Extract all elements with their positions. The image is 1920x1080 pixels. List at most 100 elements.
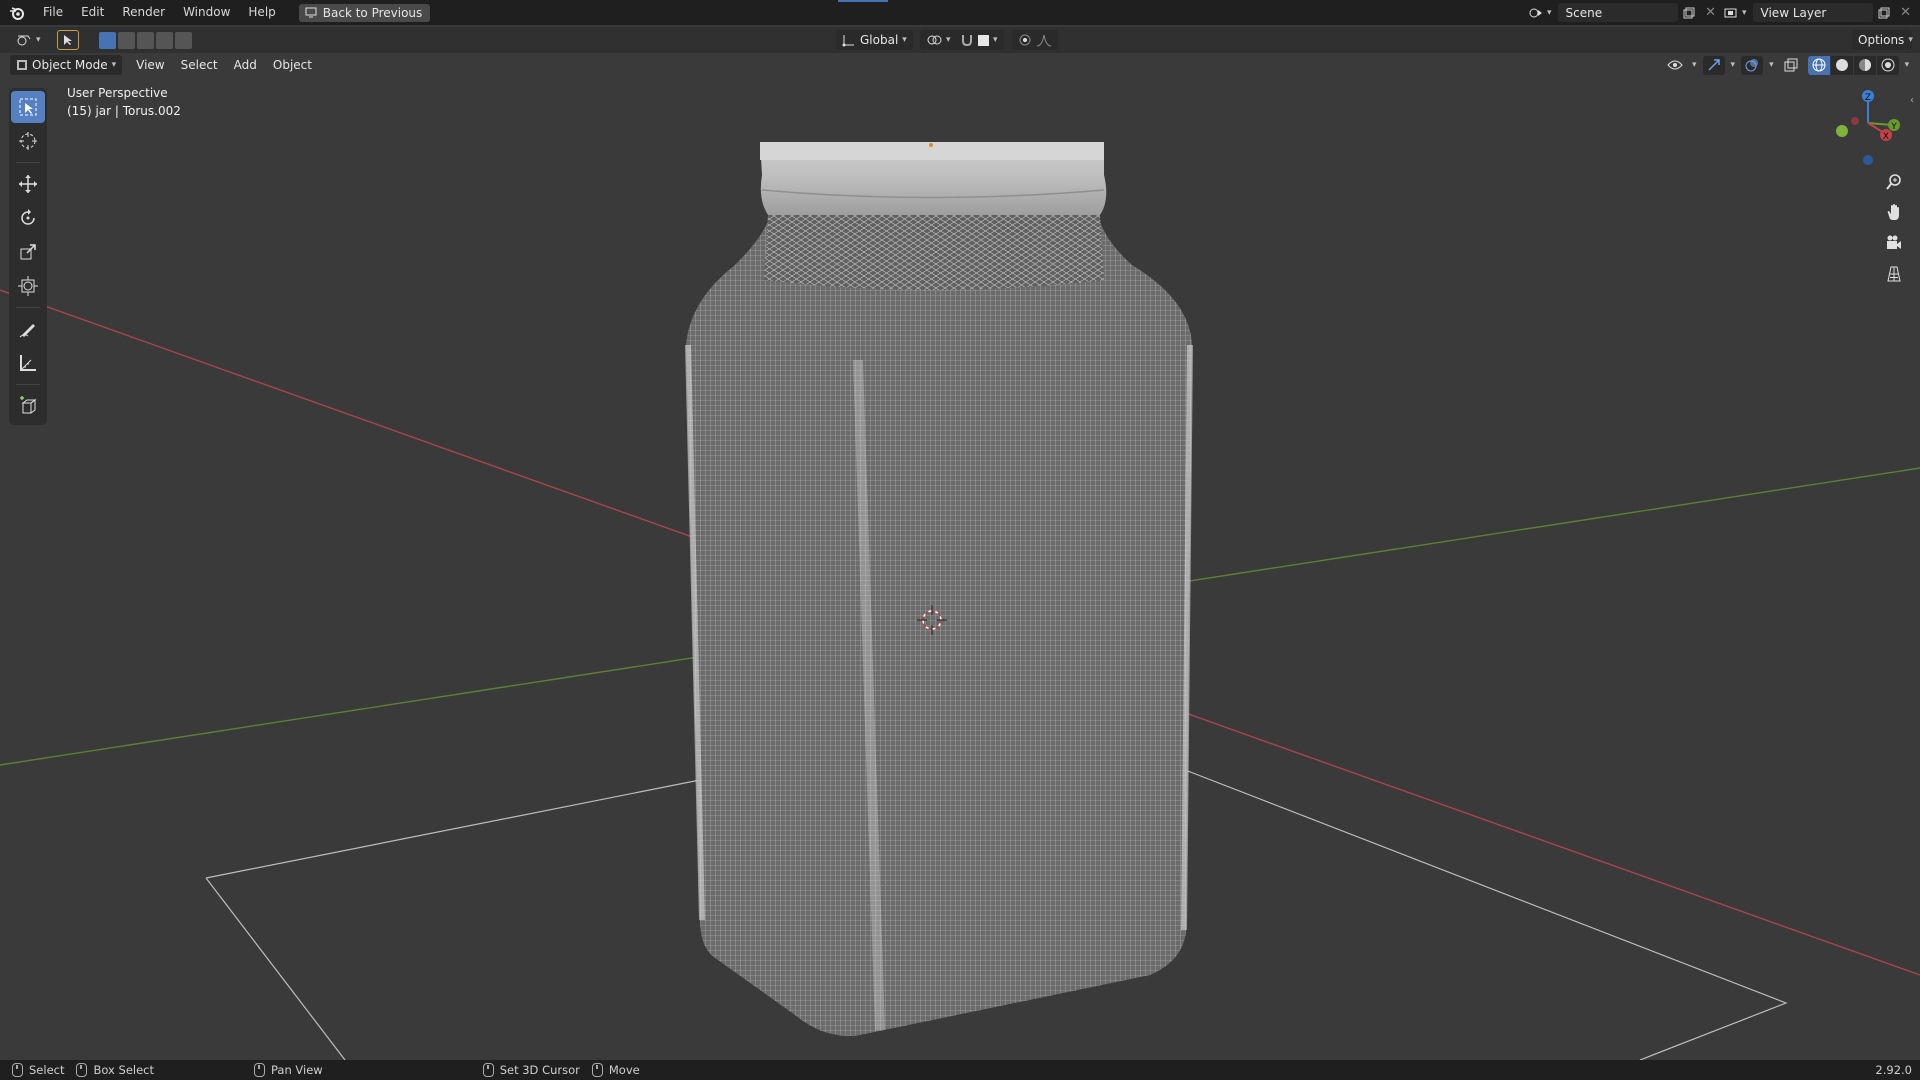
shading-mode-buttons: [1807, 55, 1899, 75]
3d-viewport[interactable]: Z Y X: [0, 27, 1920, 1061]
snap-dropdown[interactable]: ▾: [954, 30, 1004, 50]
hand-icon: [1887, 204, 1899, 220]
mouse-right-icon: [482, 1063, 494, 1077]
object-info-label: (15) jar | Torus.002: [67, 104, 181, 118]
view-layer-icon[interactable]: [1720, 3, 1742, 22]
select-intersect-icon[interactable]: [174, 31, 192, 49]
gizmo-toggle-icon[interactable]: [1702, 55, 1725, 75]
transform-orientation-dropdown[interactable]: Global ▾: [836, 30, 913, 50]
view-layer-selector[interactable]: ▾ View Layer ✕: [1720, 3, 1917, 22]
rotate-tool[interactable]: [11, 202, 45, 234]
gizmo-y-label: Y: [1890, 122, 1897, 132]
status-box-select: Box Select: [76, 1063, 154, 1077]
status-pan-view-label: Pan View: [271, 1063, 323, 1077]
visibility-eye-icon[interactable]: [1664, 56, 1686, 75]
gizmo-x-label: X: [1883, 132, 1889, 142]
mode-dropdown[interactable]: Object Mode ▾: [10, 55, 123, 75]
add-cube-tool[interactable]: [11, 390, 45, 422]
options-label: Options: [1858, 33, 1905, 47]
chevron-down-icon: ▾: [946, 35, 951, 45]
view-layer-field[interactable]: View Layer: [1752, 3, 1873, 22]
menu-edit[interactable]: Edit: [72, 0, 113, 25]
scale-tool[interactable]: [11, 236, 45, 268]
select-invert-icon[interactable]: [155, 31, 173, 49]
toolbar-divider: [16, 384, 40, 385]
chevron-down-icon: ▾: [902, 35, 907, 45]
menu-select[interactable]: Select: [173, 58, 226, 72]
editor-type-dropdown[interactable]: ▾: [10, 30, 47, 50]
solid-shading-icon[interactable]: [1830, 55, 1853, 75]
selection-mode-buttons: [98, 31, 192, 49]
sidebar-toggle-icon[interactable]: ‹: [1910, 95, 1914, 106]
transform-icon: [18, 276, 38, 296]
blender-logo-icon[interactable]: [8, 4, 26, 22]
xray-toggle-icon[interactable]: [1780, 56, 1802, 75]
move-icon: [19, 175, 37, 193]
chevron-down-icon: ▾: [1692, 60, 1697, 70]
orientation-label: Global: [860, 33, 899, 47]
back-to-previous-button[interactable]: Back to Previous: [298, 3, 431, 22]
pan-view-button[interactable]: [1880, 198, 1908, 226]
chevron-down-icon: ▾: [36, 35, 41, 45]
annotate-tool[interactable]: [11, 313, 45, 345]
rotate-icon: [21, 209, 35, 225]
proportional-icon: [1019, 34, 1031, 46]
viewport-canvas: Z Y X: [0, 90, 1920, 1061]
menu-file[interactable]: File: [34, 0, 72, 25]
menu-object[interactable]: Object: [265, 58, 320, 72]
zoom-view-button[interactable]: [1880, 168, 1908, 196]
view-layer-name: View Layer: [1760, 5, 1827, 20]
floor-outline: [205, 877, 346, 1061]
mouse-drag-icon: [76, 1063, 88, 1077]
scene-name-field[interactable]: Scene: [1557, 3, 1678, 22]
camera-view-button[interactable]: [1880, 229, 1908, 257]
menu-render[interactable]: Render: [113, 0, 174, 25]
select-box-tool[interactable]: [11, 91, 45, 123]
material-shading-icon[interactable]: [1853, 55, 1876, 75]
camera-icon: [1887, 235, 1901, 249]
perspective-toggle-button[interactable]: [1880, 260, 1908, 288]
transform-tool[interactable]: [11, 270, 45, 302]
magnet-icon: [962, 35, 972, 47]
status-select: Select: [12, 1063, 64, 1077]
tweak-tool-button[interactable]: [56, 30, 79, 50]
scene-icon[interactable]: [1525, 3, 1547, 22]
viewport-display-controls: ▾ ▾ ▾ ▾: [1664, 55, 1910, 75]
measure-tool[interactable]: [11, 347, 45, 379]
add-cube-icon: [20, 396, 37, 414]
gizmo-z-label: Z: [1865, 93, 1871, 103]
pivot-point-dropdown[interactable]: ▾: [920, 30, 957, 50]
wireframe-shading-icon[interactable]: [1807, 55, 1830, 75]
status-pan-view: Pan View: [254, 1063, 323, 1077]
select-box-icon: [19, 98, 37, 116]
delete-view-layer-icon[interactable]: ✕: [1895, 3, 1917, 22]
new-view-layer-icon[interactable]: [1873, 3, 1895, 22]
status-move: Move: [591, 1063, 640, 1077]
chevron-down-icon: ▾: [1742, 7, 1747, 18]
navigation-gizmo: Z Y X: [1836, 90, 1900, 165]
select-extend-icon[interactable]: [117, 31, 135, 49]
delete-scene-icon[interactable]: ✕: [1700, 3, 1722, 22]
mouse-middle-icon: [254, 1063, 265, 1077]
menu-window[interactable]: Window: [174, 0, 239, 25]
menu-view[interactable]: View: [128, 58, 172, 72]
cursor-icon: [19, 132, 37, 150]
options-dropdown[interactable]: Options ▾: [1852, 30, 1913, 50]
cursor-tool[interactable]: [11, 125, 45, 157]
new-scene-icon[interactable]: [1678, 3, 1700, 22]
mouse-right-drag-icon: [591, 1063, 603, 1077]
rendered-shading-icon[interactable]: [1876, 55, 1899, 75]
status-bar: Select Box Select Pan View Set 3D Cursor…: [0, 1060, 1920, 1080]
falloff-icon: [1036, 34, 1052, 47]
chevron-down-icon: ▾: [1904, 60, 1910, 70]
viewport-header: Object Mode ▾ View Select Add Object ▾ ▾…: [0, 53, 1920, 77]
select-new-icon[interactable]: [98, 31, 116, 49]
move-tool[interactable]: [11, 168, 45, 200]
menu-add[interactable]: Add: [226, 58, 265, 72]
menu-help[interactable]: Help: [239, 0, 284, 25]
overlays-toggle-icon[interactable]: [1741, 55, 1764, 75]
chevron-down-icon: ▾: [1730, 60, 1736, 70]
scene-selector[interactable]: ▾ Scene ✕: [1525, 3, 1722, 22]
proportional-editing-dropdown[interactable]: [1012, 30, 1058, 50]
select-subtract-icon[interactable]: [136, 31, 154, 49]
